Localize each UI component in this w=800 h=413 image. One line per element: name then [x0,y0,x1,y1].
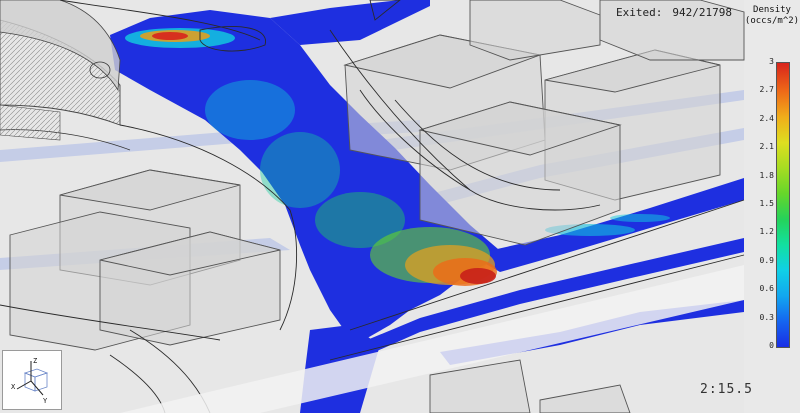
legend-tick: 1.2 [759,227,774,236]
legend-tick: 2.7 [759,85,774,94]
axis-y-label: Y [43,397,48,405]
legend-tick: 2.1 [759,142,774,151]
simulation-timer: 2:15.5 [700,382,753,397]
axis-z-label: Z [33,357,37,365]
legend-tick: 3 [769,57,774,66]
simulation-viewport[interactable] [0,0,800,413]
legend-tick: 2.4 [759,114,774,123]
exited-value: 942/21798 [672,6,732,19]
legend-tick: 0.6 [759,284,774,293]
legend-title-line2: (occs/m^2) [744,16,800,26]
density-legend: Density (occs/m^2) 3 2.7 2.4 2.1 1.8 1.5… [744,0,800,413]
scene-render [0,0,745,413]
legend-tick: 0 [769,341,774,350]
exited-counter: Exited: 942/21798 [612,6,732,19]
legend-tick: 0.9 [759,256,774,265]
legend-title: Density (occs/m^2) [744,5,800,27]
legend-title-line1: Density [753,5,791,15]
legend-tick: 1.5 [759,199,774,208]
orientation-gizmo[interactable]: Z X Y [2,350,62,410]
legend-tick: 0.3 [759,313,774,322]
exited-label: Exited: [616,6,663,19]
axes-icon: Z X Y [11,357,49,405]
colorbar [776,62,790,348]
axis-x-label: X [11,383,16,391]
legend-tick: 1.8 [759,171,774,180]
